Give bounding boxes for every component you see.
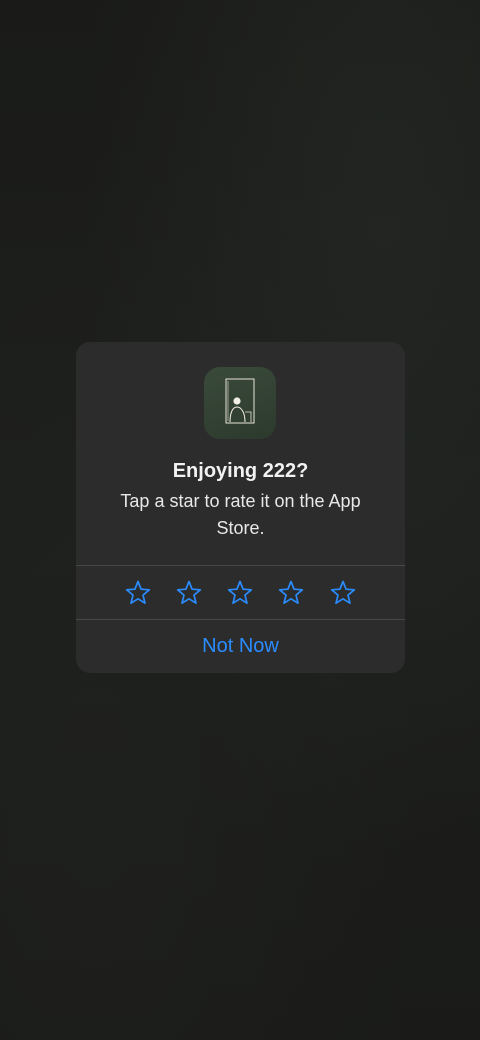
rating-alert: Enjoying 222? Tap a star to rate it on t…: [76, 342, 405, 673]
star-3-button[interactable]: [226, 579, 254, 607]
star-1-button[interactable]: [124, 579, 152, 607]
alert-title: Enjoying 222?: [172, 460, 309, 482]
star-rating: [76, 566, 405, 619]
star-outline-icon: [176, 580, 202, 605]
app-icon: [204, 367, 276, 439]
star-outline-icon: [227, 580, 253, 605]
not-now-button[interactable]: Not Now: [76, 620, 405, 673]
star-outline-icon: [330, 580, 356, 605]
star-2-button[interactable]: [175, 579, 203, 607]
star-4-button[interactable]: [277, 579, 305, 607]
star-outline-icon: [125, 580, 151, 605]
alert-message: Tap a star to rate it on the App Store.: [120, 491, 361, 538]
person-in-doorway-icon: [225, 378, 255, 424]
star-outline-icon: [278, 580, 304, 605]
star-5-button[interactable]: [329, 579, 357, 607]
